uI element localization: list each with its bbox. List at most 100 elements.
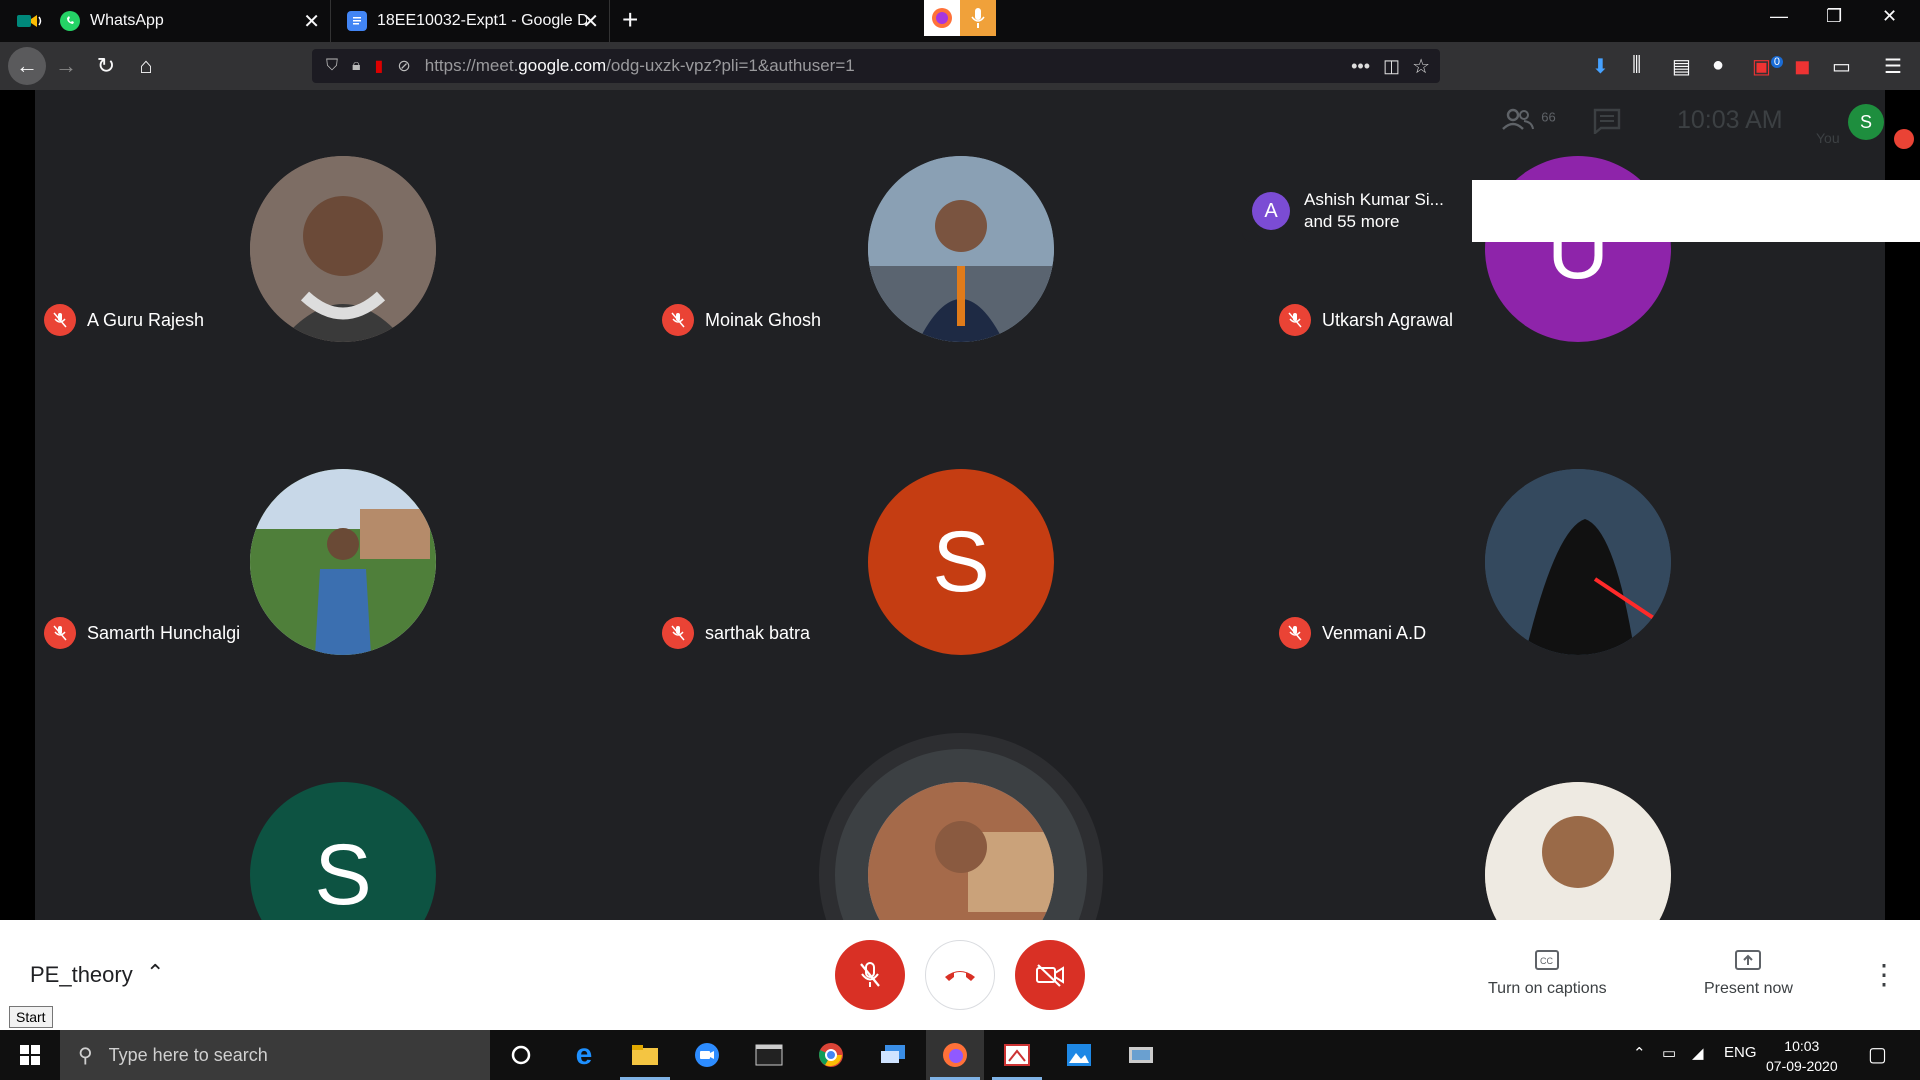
- shield-icon[interactable]: ⛉: [326, 57, 338, 75]
- close-tab-icon[interactable]: ✕: [303, 9, 320, 34]
- tab-whatsapp[interactable]: WhatsApp ✕: [0, 0, 330, 42]
- cortana-icon[interactable]: [492, 1030, 550, 1080]
- close-window-icon[interactable]: ✕: [1882, 6, 1897, 27]
- participant-photo: [250, 469, 436, 655]
- back-button[interactable]: ←: [8, 47, 46, 85]
- url-bar[interactable]: ⛉ 🔒︎ ▮ ⊘ https://meet.google.com/odg-uxz…: [312, 49, 1440, 83]
- microphone-icon: [960, 0, 996, 36]
- muted-mic-icon: [44, 617, 76, 649]
- windows-logo-icon: [20, 1045, 40, 1065]
- meeting-controls-bar: PE_theory ⌃ CC Turn on captions Present …: [0, 920, 1920, 1030]
- restore-icon[interactable]: ❐: [1826, 6, 1842, 27]
- meeting-toolbar-top: [1472, 180, 1920, 242]
- browser-tab-strip: WhatsApp ✕ 18EE10032-Expt1 - Google Docs…: [0, 0, 1920, 42]
- url-text[interactable]: https://meet.google.com/odg-uxzk-vpz?pli…: [425, 56, 855, 76]
- tab-google-docs[interactable]: 18EE10032-Expt1 - Google Docs ✕: [330, 0, 610, 42]
- camera-off-icon: [1036, 964, 1064, 987]
- snipping-tool-icon[interactable]: [988, 1030, 1046, 1080]
- reload-button[interactable]: ↻: [90, 50, 122, 82]
- tab-title: 18EE10032-Expt1 - Google Docs: [377, 12, 587, 29]
- download-icon[interactable]: ⬇: [1592, 54, 1609, 79]
- library-icon[interactable]: ⫼: [1632, 54, 1641, 77]
- sidebar-icon[interactable]: ▤: [1672, 54, 1691, 79]
- close-tab-icon[interactable]: ✕: [582, 9, 599, 34]
- avatar-letter: S: [932, 513, 990, 610]
- chevron-up-icon[interactable]: ⌃: [146, 960, 164, 986]
- people-button[interactable]: 66: [1502, 107, 1556, 138]
- photos-icon[interactable]: [1050, 1030, 1108, 1080]
- self-avatar[interactable]: S: [1848, 104, 1884, 140]
- windows-start-button[interactable]: [0, 1030, 60, 1080]
- muted-mic-icon: [662, 617, 694, 649]
- present-button[interactable]: Present now: [1704, 950, 1793, 998]
- taskbar-search[interactable]: ⚲ Type here to search: [60, 1030, 490, 1080]
- svg-text:CC: CC: [1540, 956, 1553, 966]
- account-icon[interactable]: ●: [1712, 54, 1724, 77]
- minimize-icon[interactable]: —: [1770, 6, 1788, 27]
- taskbar-clock[interactable]: 10:03 07-09-2020: [1766, 1036, 1838, 1076]
- language-indicator[interactable]: ENG: [1724, 1044, 1757, 1061]
- terminal-icon[interactable]: [740, 1030, 798, 1080]
- wifi-icon[interactable]: ◢: [1692, 1044, 1704, 1062]
- forward-button[interactable]: →: [50, 50, 82, 82]
- microphone-permission-icon[interactable]: ▮: [375, 56, 384, 76]
- firefox-taskbar-icon[interactable]: [926, 1030, 984, 1080]
- pdf-extension-icon[interactable]: ◼: [1794, 54, 1811, 79]
- show-hidden-icons-chevron[interactable]: ⌃: [1633, 1044, 1646, 1062]
- edge-icon[interactable]: e: [555, 1030, 613, 1080]
- hang-up-icon: [945, 971, 975, 981]
- camera-off-icon[interactable]: ⊘: [397, 56, 410, 76]
- search-placeholder: Type here to search: [108, 1044, 268, 1065]
- leave-call-button[interactable]: [925, 940, 995, 1010]
- chrome-icon[interactable]: [802, 1030, 860, 1080]
- new-tab-icon[interactable]: +: [622, 4, 638, 36]
- extension-icon[interactable]: ▣ 0: [1752, 54, 1784, 79]
- participant-name: A Guru Rajesh: [87, 309, 205, 330]
- participants-info[interactable]: A Ashish Kumar Si... and 55 more: [1242, 180, 1472, 242]
- bookmark-star-icon[interactable]: ☆: [1412, 54, 1430, 79]
- participant-name-bar: A Guru Rajesh: [44, 304, 204, 336]
- muted-mic-icon: [1279, 617, 1311, 649]
- participant-photo: [1485, 469, 1671, 655]
- participants-line2: and 55 more: [1304, 212, 1400, 231]
- chat-icon[interactable]: [1593, 108, 1621, 139]
- file-explorer-icon[interactable]: [616, 1030, 674, 1080]
- participant-name-bar: sarthak batra: [662, 617, 810, 649]
- captions-button[interactable]: CC Turn on captions: [1488, 950, 1607, 998]
- present-label: Present now: [1704, 980, 1793, 997]
- participant-name-bar: Utkarsh Agrawal: [1279, 304, 1453, 336]
- remote-desktop-icon[interactable]: [864, 1030, 922, 1080]
- people-icon: [1502, 107, 1541, 137]
- page-actions-icon[interactable]: •••: [1351, 56, 1370, 77]
- sharing-indicator[interactable]: [924, 0, 996, 36]
- participant-name: sarthak batra: [705, 622, 811, 643]
- participant-name-bar: Moinak Ghosh: [662, 304, 821, 336]
- captions-icon: CC: [1535, 950, 1560, 970]
- zoom-icon[interactable]: [678, 1030, 736, 1080]
- home-button[interactable]: ⌂: [130, 50, 162, 82]
- you-label: You: [1816, 130, 1840, 146]
- computer-management-icon[interactable]: [1112, 1030, 1170, 1080]
- present-icon: [1735, 950, 1762, 970]
- action-center-icon[interactable]: ▢: [1868, 1042, 1887, 1067]
- meeting-name[interactable]: PE_theory: [30, 962, 133, 988]
- start-tooltip: Start: [9, 1006, 53, 1028]
- participant-initial-avatar: S: [868, 469, 1054, 655]
- lock-icon[interactable]: 🔒︎: [352, 57, 361, 75]
- meeting-clock: 10:03 AM: [1677, 106, 1783, 134]
- navigation-bar: ← → ↻ ⌂ ⛉ 🔒︎ ▮ ⊘ https://meet.google.com…: [0, 42, 1920, 90]
- camera-toggle-button[interactable]: [1015, 940, 1085, 1010]
- self-muted-icon: [1894, 129, 1914, 149]
- participant-avatar: A: [1252, 192, 1290, 230]
- taskbar-time: 10:03: [1784, 1038, 1820, 1054]
- participant-name: Moinak Ghosh: [705, 309, 822, 330]
- screenshot-icon[interactable]: ▭: [1832, 54, 1851, 79]
- avatar-letter: S: [314, 826, 372, 921]
- more-options-icon[interactable]: ⋮: [1870, 958, 1898, 991]
- pocket-icon[interactable]: ◫: [1383, 56, 1400, 77]
- microphone-toggle-button[interactable]: [835, 940, 905, 1010]
- battery-icon[interactable]: ▭: [1662, 1044, 1676, 1062]
- menu-icon[interactable]: ☰: [1884, 54, 1902, 79]
- participant-photo: [250, 156, 436, 342]
- meet-area: A Guru Rajesh Moinak Ghosh U Utkarsh Agr…: [0, 90, 1920, 920]
